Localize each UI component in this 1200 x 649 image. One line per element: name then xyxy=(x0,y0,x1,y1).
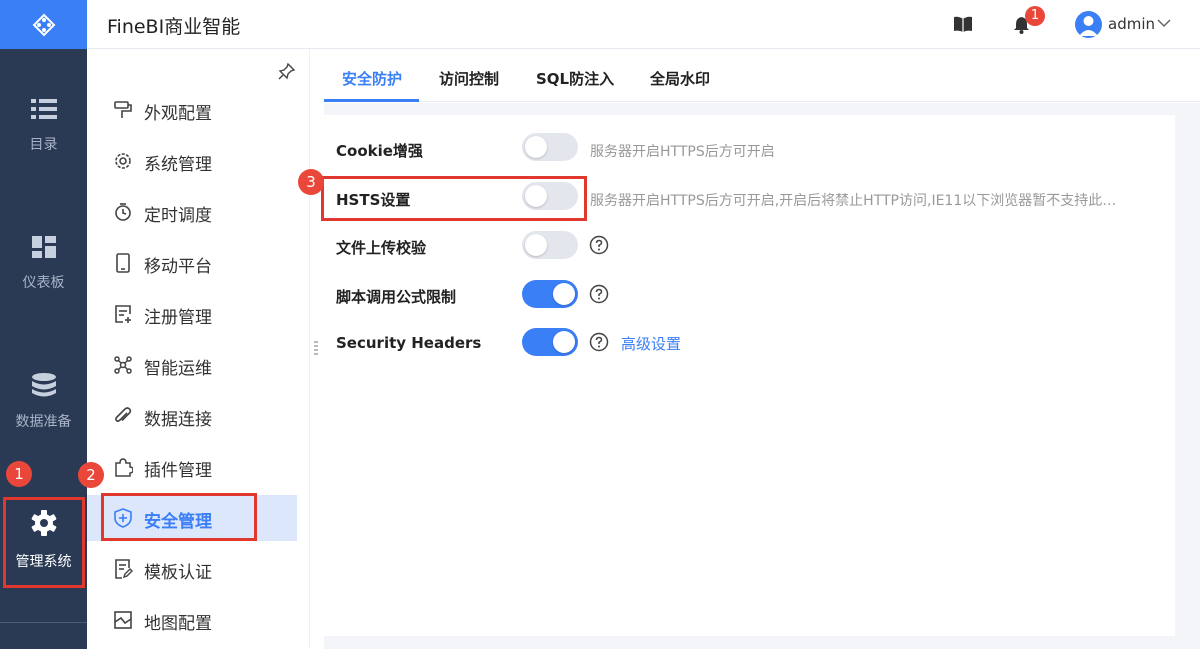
cookie-toggle[interactable] xyxy=(522,133,578,161)
security-headers-label: Security Headers xyxy=(336,334,482,352)
subnav-label: 外观配置 xyxy=(144,104,212,124)
toggle-knob xyxy=(525,136,547,158)
list-icon xyxy=(30,99,57,119)
subnav-label: 定时调度 xyxy=(144,206,212,226)
security-tabs: 安全防护 访问控制 SQL防注入 全局水印 xyxy=(324,49,1200,102)
logo-icon xyxy=(32,13,55,36)
nav-divider xyxy=(0,622,87,623)
upload-check-label: 文件上传校验 xyxy=(336,239,427,257)
toggle-knob xyxy=(525,234,547,256)
subnav-label: 地图配置 xyxy=(144,614,212,634)
advanced-settings-link[interactable]: 高级设置 xyxy=(621,333,681,354)
highlight-box-admin xyxy=(3,497,85,588)
active-tab-indicator xyxy=(324,99,419,102)
subnav-item-ops[interactable]: 智能运维 xyxy=(87,342,309,388)
app-title: FineBI商业智能 xyxy=(107,16,241,38)
subnav-label: 注册管理 xyxy=(144,308,212,328)
highlight-box-security xyxy=(101,493,257,541)
tab-security-protection[interactable]: 安全防护 xyxy=(342,68,402,89)
formula-limit-label: 脚本调用公式限制 xyxy=(336,288,457,306)
highlight-box-hsts xyxy=(321,176,587,221)
username[interactable]: admin xyxy=(1108,15,1155,33)
nav-item-data-prep[interactable]: 数据准备 xyxy=(0,373,87,431)
hsts-desc: 服务器开启HTTPS后方可开启,开启后将禁止HTTP访问,IE11以下浏览器暂不… xyxy=(590,193,1117,209)
tab-sql-injection[interactable]: SQL防注入 xyxy=(536,68,614,89)
subnav-item-mobile[interactable]: 移动平台 xyxy=(87,240,309,286)
subnav-item-map[interactable]: 地图配置 xyxy=(87,597,309,643)
pin-icon[interactable] xyxy=(278,62,296,80)
subnav-label: 数据连接 xyxy=(144,410,212,430)
register-icon xyxy=(115,305,131,323)
toggle-knob xyxy=(553,283,575,305)
subnav-item-template-cert[interactable]: 模板认证 xyxy=(87,546,309,592)
avatar[interactable] xyxy=(1075,11,1102,38)
nav-item-dashboard[interactable]: 仪表板 xyxy=(0,236,87,292)
nav-label-data-prep: 数据准备 xyxy=(15,414,72,430)
nav-label-dashboard: 仪表板 xyxy=(22,275,65,291)
step-marker-1: 1 xyxy=(6,461,32,487)
subnav-label: 智能运维 xyxy=(144,359,212,379)
book-icon[interactable] xyxy=(953,16,973,33)
tab-global-watermark[interactable]: 全局水印 xyxy=(650,68,710,89)
subnav-item-register[interactable]: 注册管理 xyxy=(87,291,309,337)
subnav-item-appearance[interactable]: 外观配置 xyxy=(87,87,309,133)
paint-roller-icon xyxy=(114,101,132,118)
subnav-label: 插件管理 xyxy=(144,461,212,481)
formula-limit-toggle[interactable] xyxy=(522,280,578,308)
tab-access-control[interactable]: 访问控制 xyxy=(439,68,499,89)
attachment-icon xyxy=(115,407,132,422)
doc-edit-icon xyxy=(115,559,133,579)
nav-label-catalog: 目录 xyxy=(29,137,58,153)
cookie-desc: 服务器开启HTTPS后方可开启 xyxy=(590,144,775,160)
subnav-item-plugins[interactable]: 插件管理 xyxy=(87,444,309,490)
mobile-icon xyxy=(116,253,130,273)
toggle-knob xyxy=(553,331,575,353)
step-marker-2: 2 xyxy=(78,462,104,488)
settings-icon xyxy=(115,153,131,169)
help-icon[interactable] xyxy=(589,235,609,255)
puzzle-icon xyxy=(115,458,133,477)
user-icon xyxy=(1079,16,1098,36)
nav-item-catalog[interactable]: 目录 xyxy=(0,98,87,154)
subnav-label: 移动平台 xyxy=(144,257,212,277)
help-icon[interactable] xyxy=(589,332,609,352)
drag-handle-icon[interactable] xyxy=(314,340,318,356)
subnav-label: 系统管理 xyxy=(144,155,212,175)
database-icon xyxy=(31,373,56,397)
app-logo[interactable] xyxy=(0,0,87,49)
notification-badge: 1 xyxy=(1025,6,1045,26)
map-icon xyxy=(114,611,132,629)
subnav-item-system[interactable]: 系统管理 xyxy=(87,138,309,184)
subnav-label: 模板认证 xyxy=(144,563,212,583)
network-icon xyxy=(114,356,132,374)
chevron-down-icon[interactable] xyxy=(1157,19,1171,28)
help-icon[interactable] xyxy=(589,284,609,304)
subnav-item-schedule[interactable]: 定时调度 xyxy=(87,189,309,235)
security-headers-toggle[interactable] xyxy=(522,328,578,356)
timer-icon xyxy=(115,203,131,221)
dashboard-icon xyxy=(31,236,56,258)
subnav-item-connection[interactable]: 数据连接 xyxy=(87,393,309,439)
admin-subnav: 外观配置 系统管理 定时调度 移动平台 注册管理 智能运维 数据连接 插件管理 … xyxy=(87,49,309,649)
cookie-label: Cookie增强 xyxy=(336,142,423,160)
upload-check-toggle[interactable] xyxy=(522,231,578,259)
step-marker-3: 3 xyxy=(298,169,324,195)
